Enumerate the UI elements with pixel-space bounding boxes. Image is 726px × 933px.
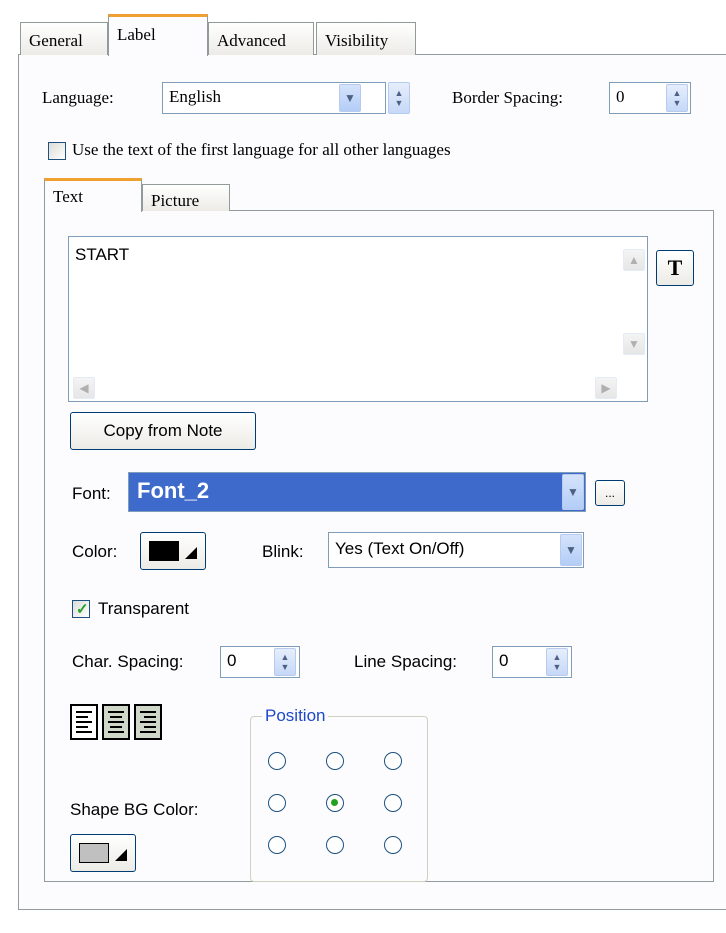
position-bottom-left-radio[interactable]: [268, 836, 286, 854]
tab-visibility[interactable]: Visibility: [316, 22, 416, 55]
position-middle-center-radio[interactable]: [326, 794, 344, 812]
color-picker-button[interactable]: [140, 532, 206, 570]
border-spacing-spinner[interactable]: ▲ ▼: [666, 84, 688, 112]
transparent-checkbox[interactable]: ✓: [72, 600, 90, 618]
align-right-button[interactable]: [134, 704, 162, 740]
border-spacing-value: 0: [616, 87, 625, 106]
spin-down-icon[interactable]: ▼: [281, 662, 290, 672]
font-label: Font:: [72, 484, 111, 503]
spin-up-icon[interactable]: ▲: [281, 652, 290, 662]
tab-general[interactable]: General: [20, 22, 108, 55]
checkmark-icon: ✓: [76, 601, 89, 618]
char-spacing-label: Char. Spacing:: [72, 652, 184, 671]
font-select[interactable]: Font_2 ▼: [128, 472, 586, 512]
triangle-icon: [185, 547, 197, 559]
chevron-down-icon[interactable]: ▼: [562, 474, 584, 510]
tab-label[interactable]: Label: [108, 14, 208, 56]
spin-down-icon[interactable]: ▼: [395, 98, 404, 108]
position-top-center-radio[interactable]: [326, 752, 344, 770]
shape-bg-color-swatch: [79, 843, 109, 863]
blink-select[interactable]: Yes (Text On/Off) ▼: [328, 532, 584, 568]
color-swatch: [149, 541, 179, 561]
blink-value: Yes (Text On/Off): [335, 539, 465, 558]
scroll-right-icon[interactable]: ▶: [595, 377, 617, 399]
language-value: English: [169, 87, 221, 106]
text-format-button[interactable]: T: [656, 250, 694, 286]
scroll-left-icon[interactable]: ◀: [73, 377, 95, 399]
font-more-button[interactable]: ...: [595, 480, 625, 506]
char-spacing-value: 0: [227, 651, 237, 670]
position-top-left-radio[interactable]: [268, 752, 286, 770]
spin-up-icon[interactable]: ▲: [395, 88, 404, 98]
tab-picture[interactable]: Picture: [142, 184, 230, 211]
triangle-icon: [115, 849, 127, 861]
line-spacing-label: Line Spacing:: [354, 652, 458, 671]
tab-text[interactable]: Text: [44, 178, 142, 212]
chevron-down-icon[interactable]: ▼: [339, 84, 361, 112]
transparent-label: Transparent: [98, 599, 190, 618]
ellipsis-icon: ...: [604, 486, 615, 500]
scroll-up-icon[interactable]: ▲: [623, 249, 645, 271]
position-label: Position: [262, 706, 329, 726]
color-label: Color:: [72, 542, 118, 561]
position-bottom-center-radio[interactable]: [326, 836, 344, 854]
language-spinner[interactable]: ▲ ▼: [388, 82, 410, 114]
spin-up-icon[interactable]: ▲: [553, 652, 562, 662]
border-spacing-label: Border Spacing:: [452, 88, 563, 107]
chevron-down-icon[interactable]: ▼: [560, 534, 582, 566]
use-first-language-checkbox[interactable]: [48, 142, 66, 160]
position-bottom-right-radio[interactable]: [384, 836, 402, 854]
line-spacing-spinner[interactable]: ▲ ▼: [546, 648, 568, 676]
copy-from-note-label: Copy from Note: [103, 421, 223, 440]
font-value: Font_2: [137, 478, 210, 503]
position-top-right-radio[interactable]: [384, 752, 402, 770]
label-text-area[interactable]: START ▲ ▼ ◀ ▶: [68, 236, 648, 402]
shape-bg-color-button[interactable]: [70, 834, 136, 872]
align-center-button[interactable]: [102, 704, 130, 740]
char-spacing-spinner[interactable]: ▲ ▼: [274, 648, 296, 676]
align-left-button[interactable]: [70, 704, 98, 740]
text-format-icon: T: [667, 255, 683, 280]
tab-advanced[interactable]: Advanced: [208, 22, 314, 55]
spin-down-icon[interactable]: ▼: [673, 98, 682, 108]
copy-from-note-button[interactable]: Copy from Note: [70, 412, 256, 450]
scroll-down-icon[interactable]: ▼: [623, 333, 645, 355]
position-middle-right-radio[interactable]: [384, 794, 402, 812]
language-select[interactable]: English ▼: [162, 82, 386, 114]
spin-down-icon[interactable]: ▼: [553, 662, 562, 672]
language-label: Language:: [42, 88, 114, 107]
use-first-language-label: Use the text of the first language for a…: [72, 140, 451, 159]
spin-up-icon[interactable]: ▲: [673, 88, 682, 98]
shape-bg-color-label: Shape BG Color:: [70, 800, 199, 819]
blink-label: Blink:: [262, 542, 304, 561]
line-spacing-value: 0: [499, 651, 509, 670]
position-middle-left-radio[interactable]: [268, 794, 286, 812]
label-text-value: START: [75, 245, 130, 264]
